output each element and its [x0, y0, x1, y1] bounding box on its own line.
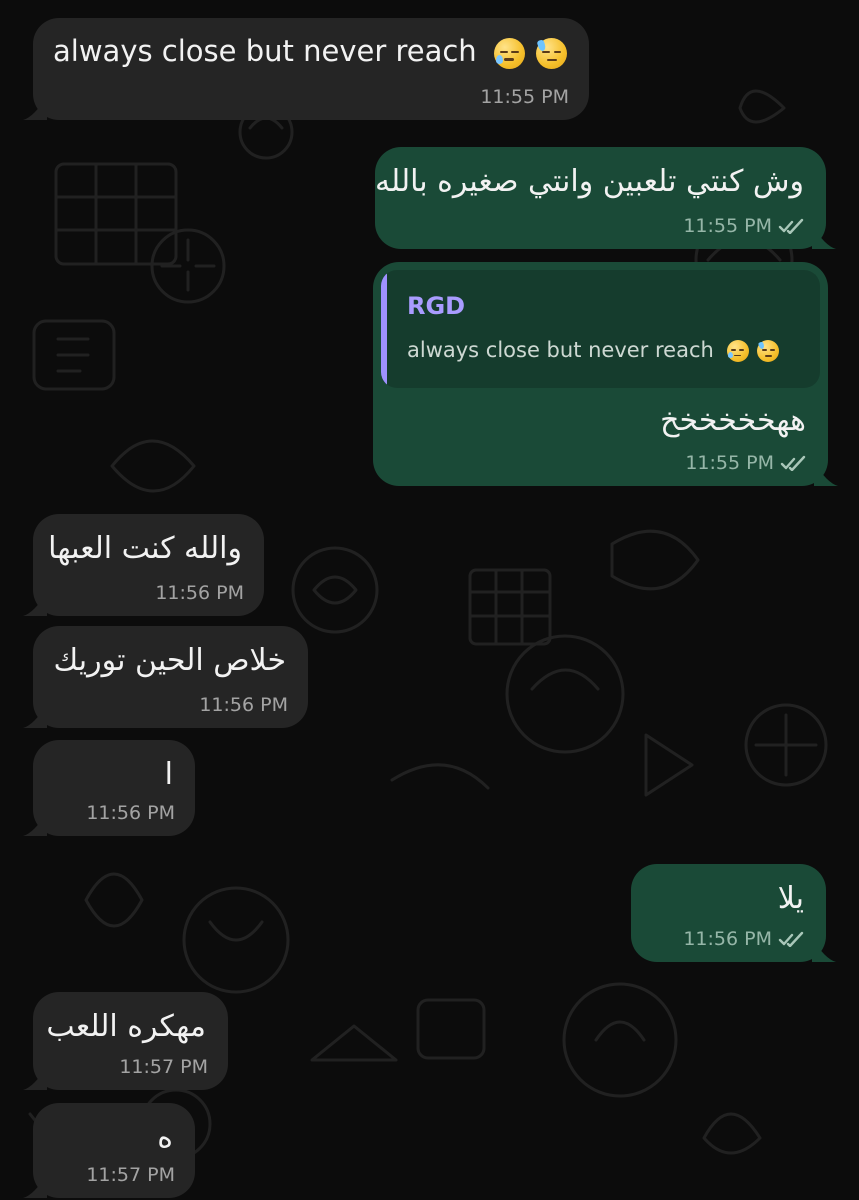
message-time: 11:55 PM: [685, 452, 774, 474]
bubble-tail: [23, 704, 47, 728]
message-time: 11:57 PM: [86, 1164, 175, 1186]
outgoing-message-bubble[interactable]: وش كنتي تلعبين وانتي صغيره بالله 11:55 P…: [374, 147, 836, 249]
message-time: 11:57 PM: [119, 1056, 208, 1078]
outgoing-reply-message-bubble[interactable]: RGD always close but never reach ههخخخخخ…: [373, 262, 838, 486]
quote-accent-bar: [381, 270, 387, 388]
quoted-text: always close but never reach: [407, 338, 714, 362]
incoming-message-bubble[interactable]: ا 11:56 PM: [23, 740, 195, 836]
message-text: خلاص الحين توريك: [53, 643, 287, 678]
bubble-tail: [814, 462, 838, 486]
message-meta: 11:57 PM: [119, 1056, 208, 1078]
message-text: والله كنت العبها: [48, 531, 242, 566]
message-meta: 11:56 PM: [155, 582, 244, 604]
message-meta: 11:55 PM: [480, 86, 569, 108]
message-meta: 11:56 PM: [199, 694, 288, 716]
incoming-message-bubble[interactable]: ه 11:57 PM: [23, 1103, 195, 1198]
message-time: 11:56 PM: [683, 928, 772, 950]
bubble-tail: [23, 96, 47, 120]
double-check-icon: [778, 218, 806, 234]
incoming-message-bubble[interactable]: مهكره اللعب 11:57 PM: [23, 992, 228, 1090]
message-meta: 11:56 PM: [683, 928, 806, 950]
double-check-icon: [778, 931, 806, 947]
bubble-tail: [23, 1066, 47, 1090]
message-meta: 11:56 PM: [86, 802, 175, 824]
bubble-tail: [23, 1174, 47, 1198]
message-text: ا: [164, 757, 173, 792]
message-text: وش كنتي تلعبين وانتي صغيره بالله: [374, 164, 804, 199]
sleepy-face-icon: [493, 37, 525, 69]
message-time: 11:55 PM: [480, 86, 569, 108]
incoming-message-bubble[interactable]: خلاص الحين توريك 11:56 PM: [23, 626, 308, 728]
chat-view: always close but never reach 11:55 PM وش…: [0, 0, 859, 1200]
bubble-tail: [812, 938, 836, 962]
message-time: 11:56 PM: [86, 802, 175, 824]
message-time: 11:55 PM: [683, 215, 772, 237]
message-meta: 11:55 PM: [685, 452, 808, 474]
downcast-sweat-face-icon: [757, 340, 780, 362]
message-meta: 11:55 PM: [683, 215, 806, 237]
message-text: always close but never reach: [53, 34, 477, 68]
message-text: مهكره اللعب: [46, 1009, 206, 1044]
message-text: ههخخخخخخ: [660, 403, 806, 438]
bubble-tail: [812, 225, 836, 249]
message-meta: 11:57 PM: [86, 1164, 175, 1186]
outgoing-message-bubble[interactable]: يلا 11:56 PM: [631, 864, 836, 962]
message-text: يلا: [777, 881, 804, 916]
message-time: 11:56 PM: [155, 582, 244, 604]
message-text-row: always close but never reach: [53, 34, 568, 69]
quoted-author: RGD: [407, 292, 466, 320]
incoming-message-bubble[interactable]: always close but never reach 11:55 PM: [23, 18, 589, 120]
message-text: ه: [157, 1120, 173, 1155]
message-time: 11:56 PM: [199, 694, 288, 716]
bubble-tail: [23, 592, 47, 616]
incoming-message-bubble[interactable]: والله كنت العبها 11:56 PM: [23, 514, 264, 616]
sleepy-face-icon: [726, 340, 749, 362]
bubble-tail: [23, 812, 47, 836]
quoted-message[interactable]: RGD always close but never reach: [381, 270, 820, 388]
downcast-sweat-face-icon: [536, 37, 568, 69]
quoted-text-row: always close but never reach: [407, 338, 780, 362]
double-check-icon: [780, 455, 808, 471]
